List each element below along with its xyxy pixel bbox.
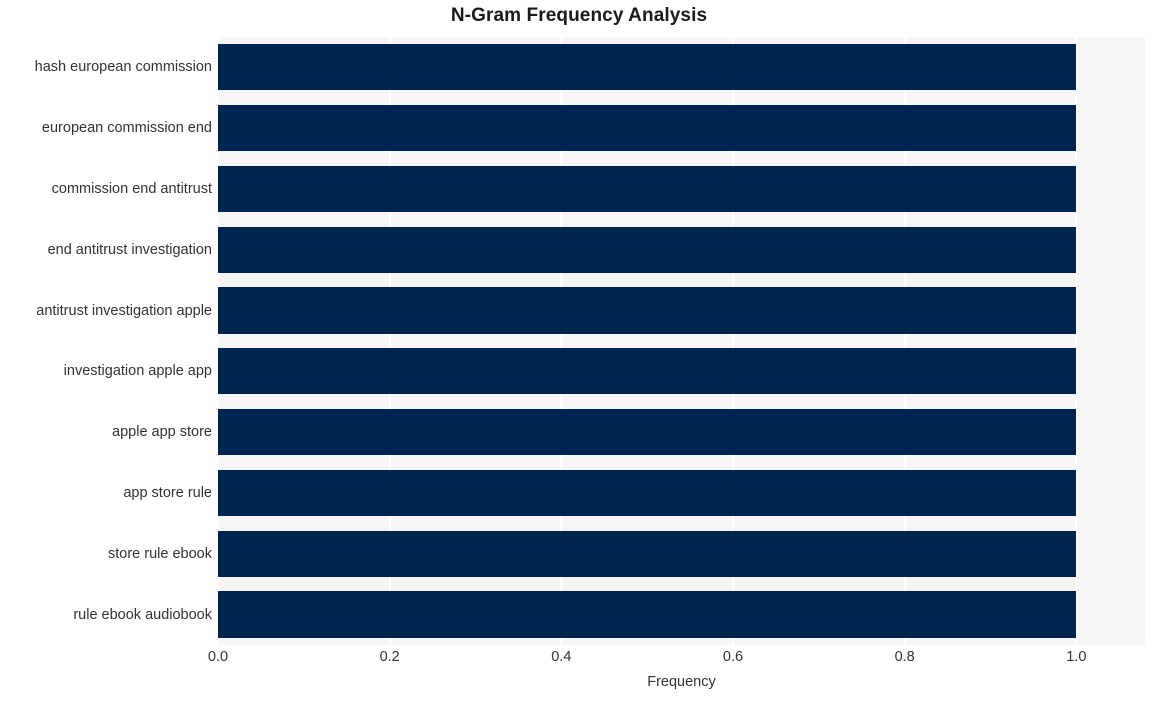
y-axis-label: store rule ebook: [108, 545, 212, 562]
bar: [218, 348, 1077, 395]
x-axis-tick-label: 0.4: [551, 649, 572, 665]
y-axis-label: antitrust investigation apple: [36, 302, 212, 319]
bar: [218, 105, 1077, 152]
bar: [218, 409, 1077, 456]
bars-layer: [218, 37, 1145, 645]
chart-title: N-Gram Frequency Analysis: [450, 5, 708, 26]
x-axis-tick-label: 1.0: [1066, 649, 1087, 665]
y-axis-labels: hash european commission european commiss…: [0, 37, 212, 645]
ngram-frequency-chart: N-Gram Frequency Analysis hash european …: [0, 0, 1158, 701]
bar: [218, 44, 1077, 91]
x-axis-tick-label: 0.2: [379, 649, 400, 665]
bar: [218, 591, 1077, 638]
x-axis-tick-label: 0.6: [722, 649, 744, 665]
y-axis-label: investigation apple app: [63, 363, 212, 380]
y-axis-label: apple app store: [112, 424, 212, 441]
y-axis-label: rule ebook audiobook: [73, 606, 212, 623]
plot-area: [218, 37, 1145, 645]
x-axis-title: Frequency: [647, 674, 716, 690]
y-axis-label: app store rule: [123, 485, 212, 501]
y-axis-label: commission end antitrust: [51, 181, 212, 197]
bar: [218, 226, 1077, 273]
bar: [218, 469, 1077, 517]
bar: [218, 530, 1077, 577]
bar: [218, 165, 1077, 213]
x-axis-tick-labels: 0.0 0.2 0.4 0.6 0.8 1.0: [0, 649, 1158, 673]
bar: [218, 287, 1077, 334]
y-axis-label: end antitrust investigation: [47, 241, 212, 258]
x-axis-tick-label: 0.8: [894, 649, 915, 665]
y-axis-label: hash european commission: [34, 59, 212, 76]
y-axis-label: european commission end: [41, 120, 212, 137]
x-axis-tick-label: 0.0: [207, 649, 229, 665]
